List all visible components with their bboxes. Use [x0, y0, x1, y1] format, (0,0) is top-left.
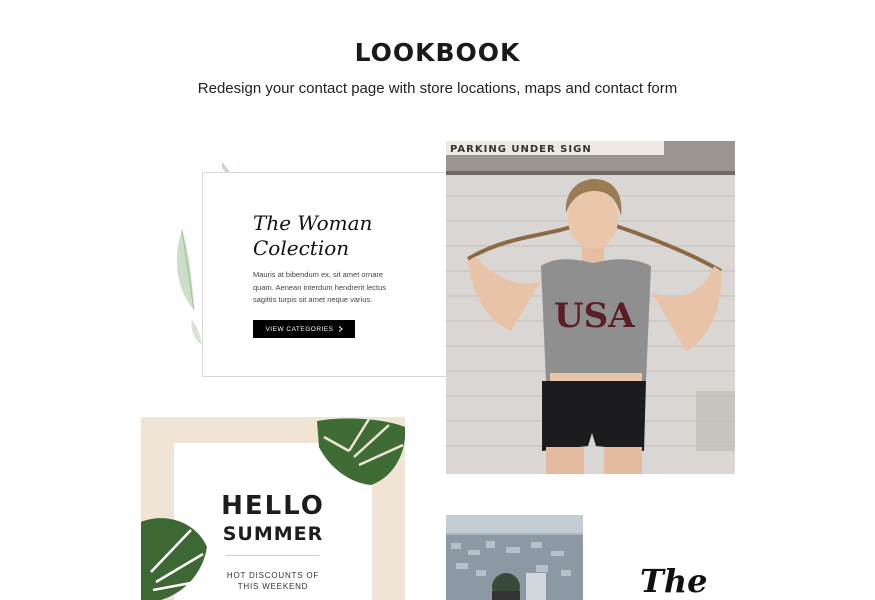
poster-summer-text: SUMMER	[222, 523, 324, 545]
collection-card: The Woman Colection Mauris at bibendum e…	[202, 172, 448, 377]
card-heading-line1: The Woman	[253, 211, 373, 235]
view-categories-button[interactable]: VIEW CATEGORIES	[253, 320, 355, 338]
card-description: Mauris at bibendum ex, sit amet ornare q…	[253, 269, 403, 307]
shirt-text: USA	[554, 296, 635, 336]
poster-hello-text: HELLO	[221, 491, 325, 521]
lookbook-photo-city[interactable]	[446, 515, 583, 600]
lookbook-photo-woman[interactable]: PARKING UNDER SIGN USA	[446, 141, 735, 474]
poster-promo-line1: HOT DISCOUNTS OF	[226, 571, 320, 580]
chevron-right-icon	[338, 326, 343, 332]
poster-divider	[226, 555, 319, 556]
poster-promo: HOT DISCOUNTS OF THIS WEEKEND	[141, 570, 405, 592]
woman-photo-illustration: PARKING UNDER SIGN USA	[446, 141, 735, 474]
sign-text: PARKING UNDER SIGN	[450, 144, 592, 155]
card-description-line2: quam. Aenean interdum hendrerit lectus	[253, 282, 386, 292]
view-categories-label: VIEW CATEGORIES	[265, 325, 334, 333]
monstera-leaf-icon	[317, 418, 405, 485]
poster-promo-line2: THIS WEEKEND	[237, 582, 309, 591]
teaser-heading: The	[640, 562, 708, 600]
city-photo-illustration	[446, 515, 583, 600]
card-heading-line2: Colection	[253, 236, 350, 260]
page-subtitle: Redesign your contact page with store lo…	[197, 80, 678, 97]
page-title: LOOKBOOK	[354, 38, 521, 67]
card-description-line3: sagittis turpis sit amet neque varius.	[253, 295, 373, 304]
card-description-line1: Mauris at bibendum ex, sit amet ornare	[253, 270, 384, 279]
card-heading: The Woman Colection	[253, 211, 433, 261]
hello-summer-poster[interactable]: HELLO SUMMER HOT DISCOUNTS OF THIS WEEKE…	[141, 417, 405, 600]
